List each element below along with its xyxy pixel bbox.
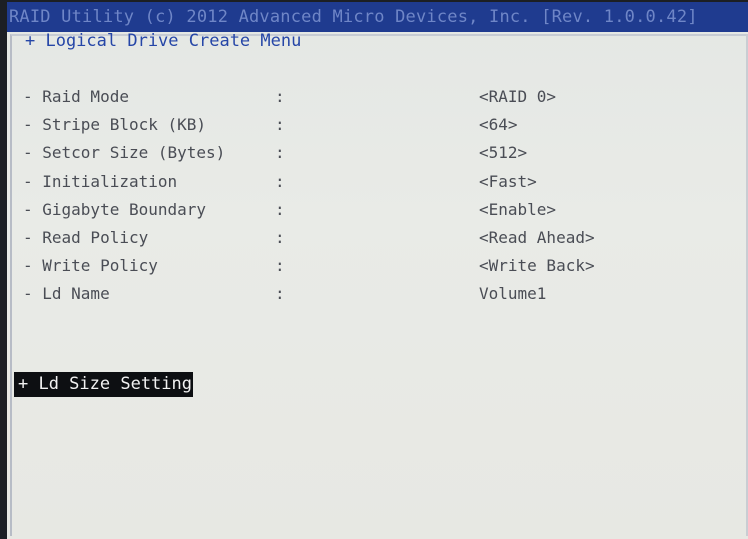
menu-panel (10, 34, 748, 536)
setting-value[interactable]: <Read Ahead> (479, 228, 595, 247)
setting-colon: : (275, 171, 285, 191)
setting-value[interactable]: Volume1 (479, 284, 546, 303)
setting-label: - Stripe Block (KB) (23, 115, 207, 135)
setting-value[interactable]: <RAID 0> (479, 87, 556, 106)
setting-colon: : (275, 199, 285, 219)
setting-value[interactable]: <Enable> (479, 200, 556, 219)
menu-title: + Logical Drive Create Menu (25, 31, 302, 51)
setting-colon: : (275, 284, 285, 304)
ld-size-setting-item[interactable]: + Ld Size Setting (14, 372, 193, 397)
setting-label: - Setcor Size (Bytes) (23, 143, 226, 163)
bios-screen: RAID Utility (c) 2012 Advanced Micro Dev… (7, 2, 748, 539)
setting-label: - Read Policy (23, 227, 149, 247)
title-text: RAID Utility (c) 2012 Advanced Micro Dev… (9, 7, 698, 27)
title-bar: RAID Utility (c) 2012 Advanced Micro Dev… (7, 2, 748, 32)
setting-value[interactable]: <64> (479, 115, 518, 134)
setting-value[interactable]: <Write Back> (479, 256, 595, 275)
setting-value[interactable]: <512> (479, 143, 527, 162)
setting-colon: : (275, 87, 285, 106)
setting-colon: : (275, 143, 285, 163)
setting-colon: : (275, 115, 285, 135)
setting-label: - Write Policy (23, 256, 158, 276)
setting-label: - Gigabyte Boundary (23, 199, 207, 219)
setting-label: - Initialization (23, 171, 178, 191)
setting-colon: : (275, 256, 285, 276)
setting-label: - Raid Mode (23, 87, 129, 106)
setting-label: - Ld Name (23, 284, 110, 304)
setting-value[interactable]: <Fast> (479, 172, 537, 191)
setting-colon: : (275, 227, 285, 247)
